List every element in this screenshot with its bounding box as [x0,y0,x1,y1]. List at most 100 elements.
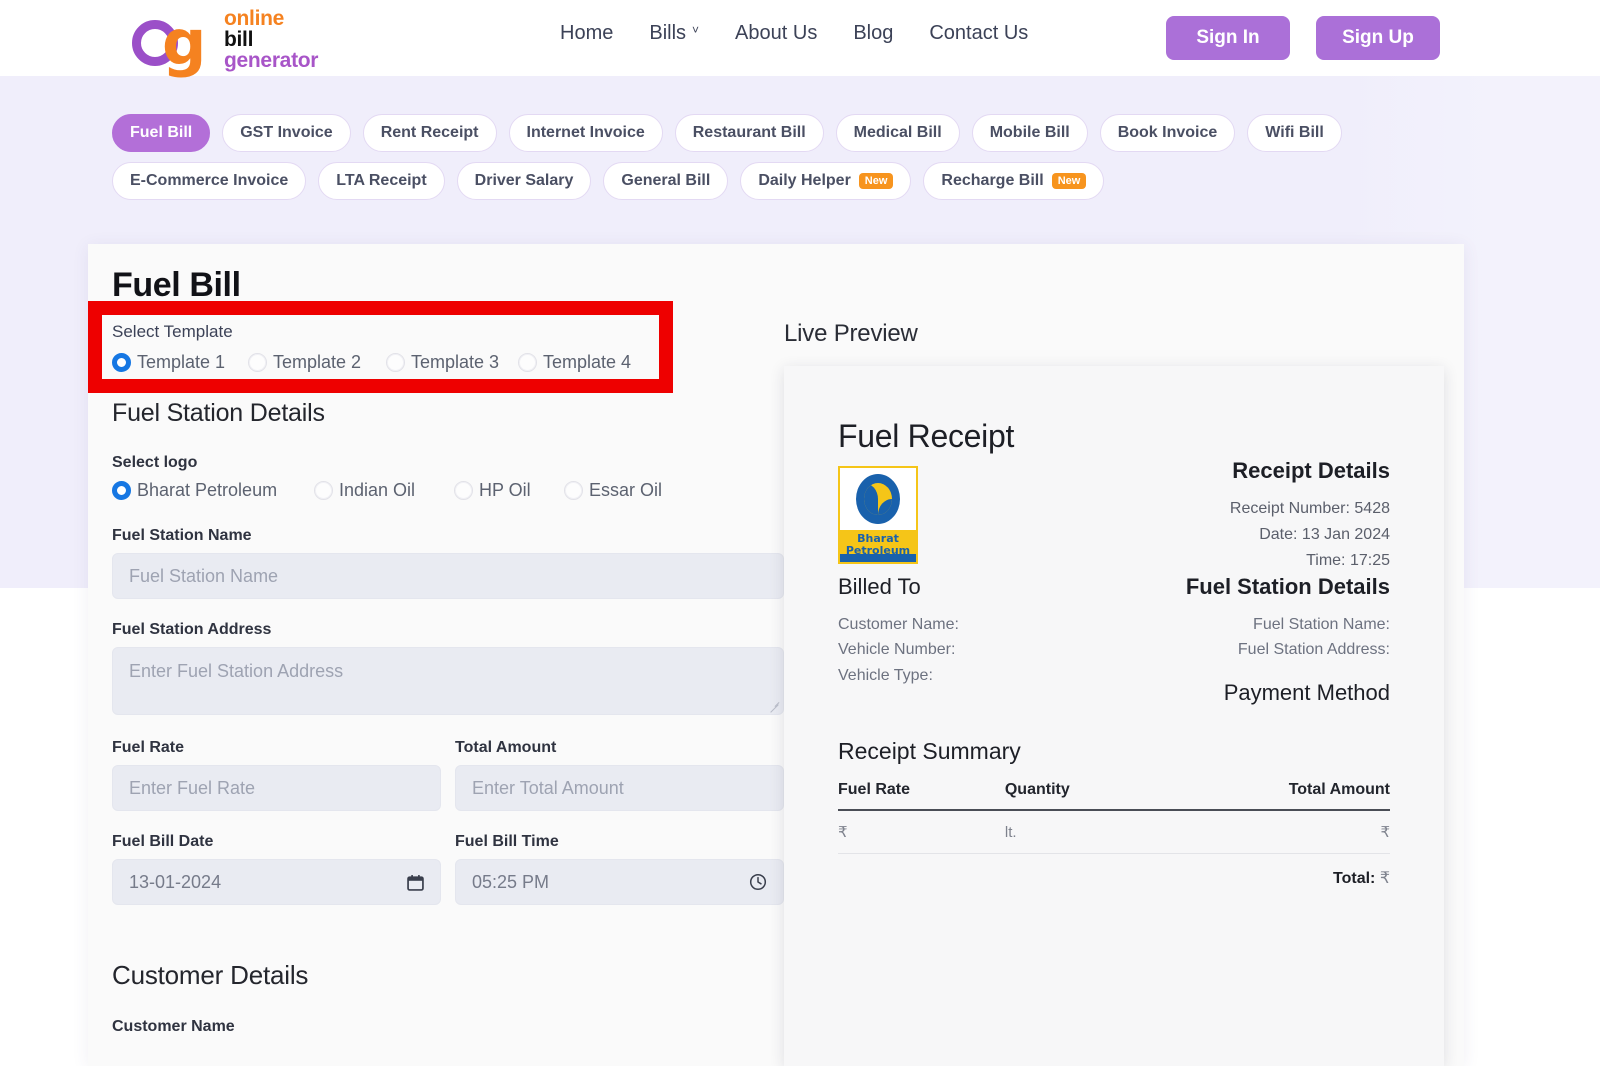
chip-general-bill[interactable]: General Bill [603,162,729,200]
template-option-label: Template 2 [273,352,362,372]
chip-new-badge: New [858,172,894,190]
receipt-details-block: Receipt Details Receipt Number: 5428 Dat… [1230,458,1390,574]
template-radio-group: Template 1 Template 2 Template 3 Template 4 [112,352,784,373]
summary-col-total-amount: Total Amount [1155,781,1390,811]
radio-selected-icon[interactable] [112,353,131,372]
calendar-icon[interactable] [407,874,424,891]
chip-mobile-bill[interactable]: Mobile Bill [971,114,1088,152]
radio-unselected-icon[interactable] [314,481,333,500]
logo-option-label: Indian Oil [339,480,416,500]
fuel-station-details-heading: Fuel Station Details [112,399,325,427]
total-amount-input[interactable]: Enter Total Amount [455,765,784,811]
chip-internet-invoice[interactable]: Internet Invoice [508,114,663,152]
template-option-label: Template 1 [137,352,226,372]
receipt-summary-table: Fuel Rate Quantity Total Amount ₹ lt. ₹ [838,781,1390,854]
summary-col-fuel-rate: Fuel Rate [838,781,1005,811]
site-header: g online bill generator Home Bills ˅ Abo… [0,0,1600,76]
chip-label: Wifi Bill [1265,124,1324,141]
chip-recharge-bill[interactable]: Recharge Bill New [923,162,1105,200]
chip-daily-helper[interactable]: Daily Helper New [740,162,912,200]
billed-to-vehicle-number: Vehicle Number: [838,641,956,659]
fuel-rate-input[interactable]: Enter Fuel Rate [112,765,441,811]
logo-option-essar-oil[interactable]: Essar Oil [564,480,684,501]
chip-label: Medical Bill [853,124,942,141]
radio-unselected-icon[interactable] [518,353,537,372]
receipt-number-line: Receipt Number: 5428 [1230,496,1390,522]
template-option-label: Template 4 [543,352,632,372]
radio-unselected-icon[interactable] [248,353,267,372]
nav-item-blog[interactable]: Blog [853,22,893,45]
fuel-bill-date-input[interactable]: 13-01-2024 [112,859,441,905]
chip-restaurant-bill[interactable]: Restaurant Bill [674,114,824,152]
radio-unselected-icon[interactable] [454,481,473,500]
summary-cell-total-amount: ₹ [1155,810,1390,854]
clock-icon[interactable] [749,873,767,891]
chip-e-commerce-invoice[interactable]: E-Commerce Invoice [112,162,307,200]
chip-medical-bill[interactable]: Medical Bill [835,114,960,152]
main-navigation: Home Bills ˅ About Us Blog Contact Us [560,22,1028,45]
summary-header-row: Fuel Rate Quantity Total Amount [838,781,1390,811]
receipt-date-key: Date: [1259,525,1298,543]
page-title: Fuel Bill [112,266,241,304]
template-option-label: Template 3 [411,352,500,372]
chip-fuel-bill[interactable]: Fuel Bill [112,114,211,152]
billed-to-block: Billed To Customer Name: Vehicle Number:… [838,574,959,688]
chip-book-invoice[interactable]: Book Invoice [1099,114,1236,152]
bp-logo-text: Bharat Petroleum [840,530,916,556]
fuel-bill-time-input[interactable]: 05:25 PM [455,859,784,905]
chip-label: LTA Receipt [336,172,427,189]
logo-option-indian-oil[interactable]: Indian Oil [314,480,454,501]
sign-up-button[interactable]: Sign Up [1316,16,1440,60]
template-option-template-1[interactable]: Template 1 [112,352,248,373]
nav-item-about-us[interactable]: About Us [735,22,817,45]
logo-option-label: Essar Oil [589,480,663,500]
site-logo[interactable]: g online bill generator [128,5,318,79]
fuel-station-name-label: Fuel Station Name [112,527,252,544]
summary-total-value: ₹ [1379,870,1390,887]
summary-cell-quantity: lt. [1004,810,1156,854]
chip-rent-receipt[interactable]: Rent Receipt [362,114,497,152]
radio-unselected-icon[interactable] [564,481,583,500]
fuel-bill-date-value: 13-01-2024 [129,871,222,892]
select-logo-label: Select logo [112,454,198,471]
billed-to-vehicle-type: Vehicle Type: [838,666,933,684]
nav-item-contact-us[interactable]: Contact Us [929,22,1028,45]
logo-radio-group: Bharat Petroleum Indian Oil HP Oil Essar Oi… [112,480,784,501]
chip-lta-receipt[interactable]: LTA Receipt [318,162,445,200]
sign-in-button[interactable]: Sign In [1166,16,1290,60]
receipt-time-key: Time: [1306,551,1346,569]
nav-item-bills[interactable]: Bills ˅ [649,22,699,45]
chip-gst-invoice[interactable]: GST Invoice [222,114,351,152]
logo-option-bharat-petroleum[interactable]: Bharat Petroleum [112,480,314,501]
logo-line-online: online [224,7,285,30]
station-name-field: Fuel Station Name: [1253,616,1390,633]
bp-logo-emblem [840,468,916,530]
resize-grip-icon[interactable] [768,700,780,712]
bill-type-chip-list: Fuel Bill GST Invoice Rent Receipt Internet… [112,114,1452,200]
bp-logo-name-1: Bharat [857,532,899,545]
chip-driver-salary[interactable]: Driver Salary [456,162,592,200]
fuel-rate-label: Fuel Rate [112,739,185,756]
radio-selected-icon[interactable] [112,481,131,500]
chip-label: Internet Invoice [526,124,645,141]
fuel-station-address-textarea[interactable]: Enter Fuel Station Address [112,647,784,715]
bharat-petroleum-logo-icon: Bharat Petroleum [838,466,918,564]
fuel-station-address-label: Fuel Station Address [112,621,272,638]
template-option-template-2[interactable]: Template 2 [248,352,386,373]
fuel-station-name-input[interactable]: Fuel Station Name [112,553,784,599]
select-template-label: Select Template [112,322,233,341]
receipt-number-value: 5428 [1354,500,1390,517]
template-option-template-3[interactable]: Template 3 [386,352,518,373]
logo-g-letter: g [162,5,207,79]
radio-unselected-icon[interactable] [386,353,405,372]
station-details-heading: Fuel Station Details [1185,574,1390,599]
receipt-date-value: 13 Jan 2024 [1301,525,1390,543]
customer-details-heading: Customer Details [112,960,309,990]
station-details-block: Fuel Station Details Fuel Station Name: … [1186,574,1390,663]
logo-option-hp-oil[interactable]: HP Oil [454,480,564,501]
live-preview-title: Live Preview [784,320,918,347]
template-option-template-4[interactable]: Template 4 [518,352,648,373]
nav-item-home[interactable]: Home [560,22,613,45]
rate-amount-row: Fuel Rate Enter Fuel Rate Total Amount E… [112,739,784,811]
chip-wifi-bill[interactable]: Wifi Bill [1247,114,1342,152]
